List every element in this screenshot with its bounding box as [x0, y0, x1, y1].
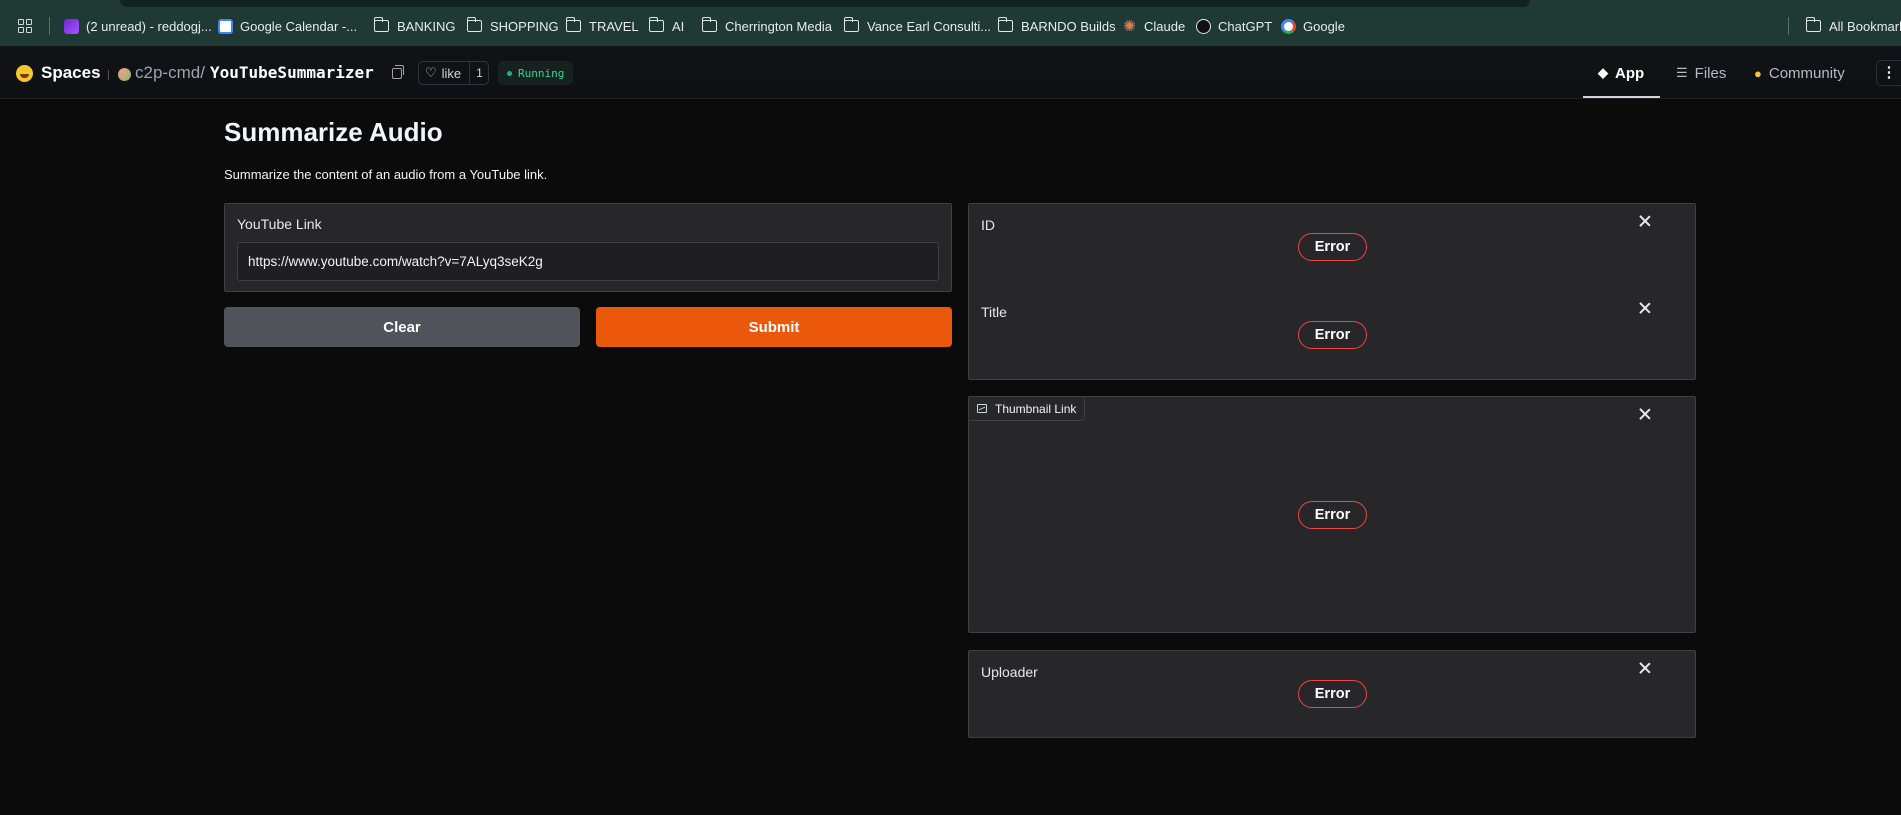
bookmark-vance-earl[interactable]: Vance Earl Consulti... — [843, 17, 992, 35]
bookmark-barndo-builds[interactable]: BARNDO Builds — [997, 17, 1116, 35]
like-label: like — [441, 65, 462, 81]
app-title: Summarize Audio — [224, 117, 443, 147]
bookmarks-bar: (2 unread) - reddogj... Google Calendar … — [0, 0, 1901, 46]
like-button[interactable]: ♡ like 1 — [418, 61, 489, 85]
bookmark-ai[interactable]: AI — [648, 17, 685, 35]
all-bookmarks-label: All Bookmarks — [1829, 18, 1901, 34]
owner-avatar — [118, 68, 131, 81]
close-icon[interactable] — [1638, 661, 1652, 675]
bookmark-label: AI — [672, 18, 685, 34]
like-count: 1 — [476, 66, 483, 80]
status-badge: Running — [498, 61, 574, 85]
path-divider — [108, 70, 109, 80]
bookmark-label: Vance Earl Consulti... — [867, 18, 992, 34]
bookmark-google[interactable]: Google — [1281, 17, 1345, 35]
thumbnail-panel: Thumbnail Link Error — [968, 396, 1696, 633]
bookmark-banking[interactable]: BANKING — [373, 17, 456, 35]
bookmark-google-calendar[interactable]: Google Calendar -... — [218, 17, 357, 35]
calendar-icon — [218, 18, 233, 34]
tab-community[interactable]: ● Community — [1754, 63, 1845, 83]
tab-strip-edge — [120, 0, 1530, 7]
folder-icon — [565, 17, 581, 32]
bookmark-label: SHOPPING — [490, 18, 559, 34]
tab-files[interactable]: ☰ Files — [1676, 63, 1726, 83]
uploader-panel: Uploader Error — [968, 650, 1696, 738]
folder-icon — [843, 17, 859, 32]
tab-label: Community — [1768, 64, 1845, 82]
repo-name[interactable]: YouTubeSummarizer — [210, 63, 374, 82]
bookmark-travel[interactable]: TRAVEL — [565, 17, 639, 35]
folder-icon — [701, 17, 717, 32]
title-error-badge: Error — [1298, 321, 1367, 349]
uploader-error-badge: Error — [1298, 680, 1367, 708]
bookmark-cherrington-media[interactable]: Cherrington Media — [701, 17, 832, 35]
spaces-header: Spaces c2p-cmd/ YouTubeSummarizer ♡ like… — [0, 46, 1901, 99]
mail-icon — [64, 18, 79, 34]
cube-icon: ◆ — [1598, 65, 1608, 80]
thumbnail-label: Thumbnail Link — [995, 401, 1077, 416]
active-tab-indicator — [1583, 96, 1660, 98]
folder-icon — [466, 17, 482, 32]
tab-label: Files — [1694, 64, 1727, 82]
status-text: Running — [518, 66, 565, 80]
bookmark-label: (2 unread) - reddogj... — [86, 18, 212, 34]
close-icon[interactable] — [1638, 407, 1652, 421]
bookmark-label: Google Calendar -... — [240, 18, 358, 34]
owner-name: c2p-cmd — [135, 63, 201, 82]
hugging-face-logo-icon[interactable] — [16, 65, 33, 82]
spaces-link[interactable]: Spaces — [41, 63, 101, 83]
bookmark-label: BARNDO Builds — [1021, 18, 1116, 34]
thumbnail-label-tag: Thumbnail Link — [969, 397, 1086, 421]
bookmark-claude[interactable]: ✺ Claude — [1122, 17, 1185, 35]
folder-icon — [997, 17, 1013, 32]
image-icon — [977, 404, 987, 413]
status-dot-icon — [507, 70, 512, 76]
like-divider — [469, 61, 471, 85]
path-slash: / — [200, 63, 205, 82]
bookmark-label: Google — [1303, 18, 1345, 34]
claude-icon: ✺ — [1123, 17, 1136, 35]
bookmark-shopping[interactable]: SHOPPING — [466, 17, 559, 35]
bookmark-chatgpt[interactable]: ChatGPT — [1196, 17, 1272, 35]
id-label: ID — [981, 217, 995, 233]
thumbnail-error-badge: Error — [1298, 501, 1367, 529]
copy-icon[interactable] — [392, 65, 404, 79]
more-options-button[interactable]: ⋮ — [1876, 60, 1901, 86]
all-bookmarks-button[interactable]: All Bookmarks — [1805, 17, 1901, 35]
folder-icon — [648, 17, 664, 32]
app-description: Summarize the content of an audio from a… — [224, 167, 548, 182]
clear-button[interactable]: Clear — [224, 307, 580, 347]
bookmark-label: BANKING — [397, 18, 456, 34]
submit-button[interactable]: Submit — [596, 307, 952, 347]
tab-app[interactable]: ◆ App — [1598, 63, 1644, 83]
google-icon — [1281, 18, 1296, 34]
uploader-label: Uploader — [981, 664, 1038, 680]
owner-link[interactable]: c2p-cmd/ — [135, 63, 205, 83]
youtube-link-panel: YouTube Link — [224, 203, 952, 292]
heart-icon: ♡ — [425, 65, 437, 80]
community-icon: ● — [1754, 65, 1762, 81]
apps-grid-icon[interactable] — [18, 19, 32, 33]
bookmark-label: TRAVEL — [589, 18, 639, 34]
bookmark-mail[interactable]: (2 unread) - reddogj... — [64, 17, 212, 35]
files-icon: ☰ — [1676, 65, 1688, 80]
id-title-panel: ID Error Title Error — [968, 203, 1696, 380]
title-label: Title — [981, 304, 1007, 320]
folder-icon — [1805, 17, 1821, 32]
bookmark-separator — [49, 17, 50, 35]
bookmark-label: Claude — [1144, 18, 1186, 34]
bookmark-separator — [1788, 17, 1789, 35]
close-icon[interactable] — [1638, 214, 1652, 228]
bookmark-label: ChatGPT — [1218, 18, 1273, 34]
chatgpt-icon — [1196, 18, 1211, 34]
tab-label: App — [1615, 64, 1645, 82]
youtube-link-label: YouTube Link — [237, 216, 322, 232]
bookmark-label: Cherrington Media — [725, 18, 832, 34]
close-icon[interactable] — [1638, 301, 1652, 315]
id-error-badge: Error — [1298, 233, 1367, 261]
folder-icon — [373, 17, 389, 32]
youtube-link-input[interactable] — [237, 242, 939, 281]
